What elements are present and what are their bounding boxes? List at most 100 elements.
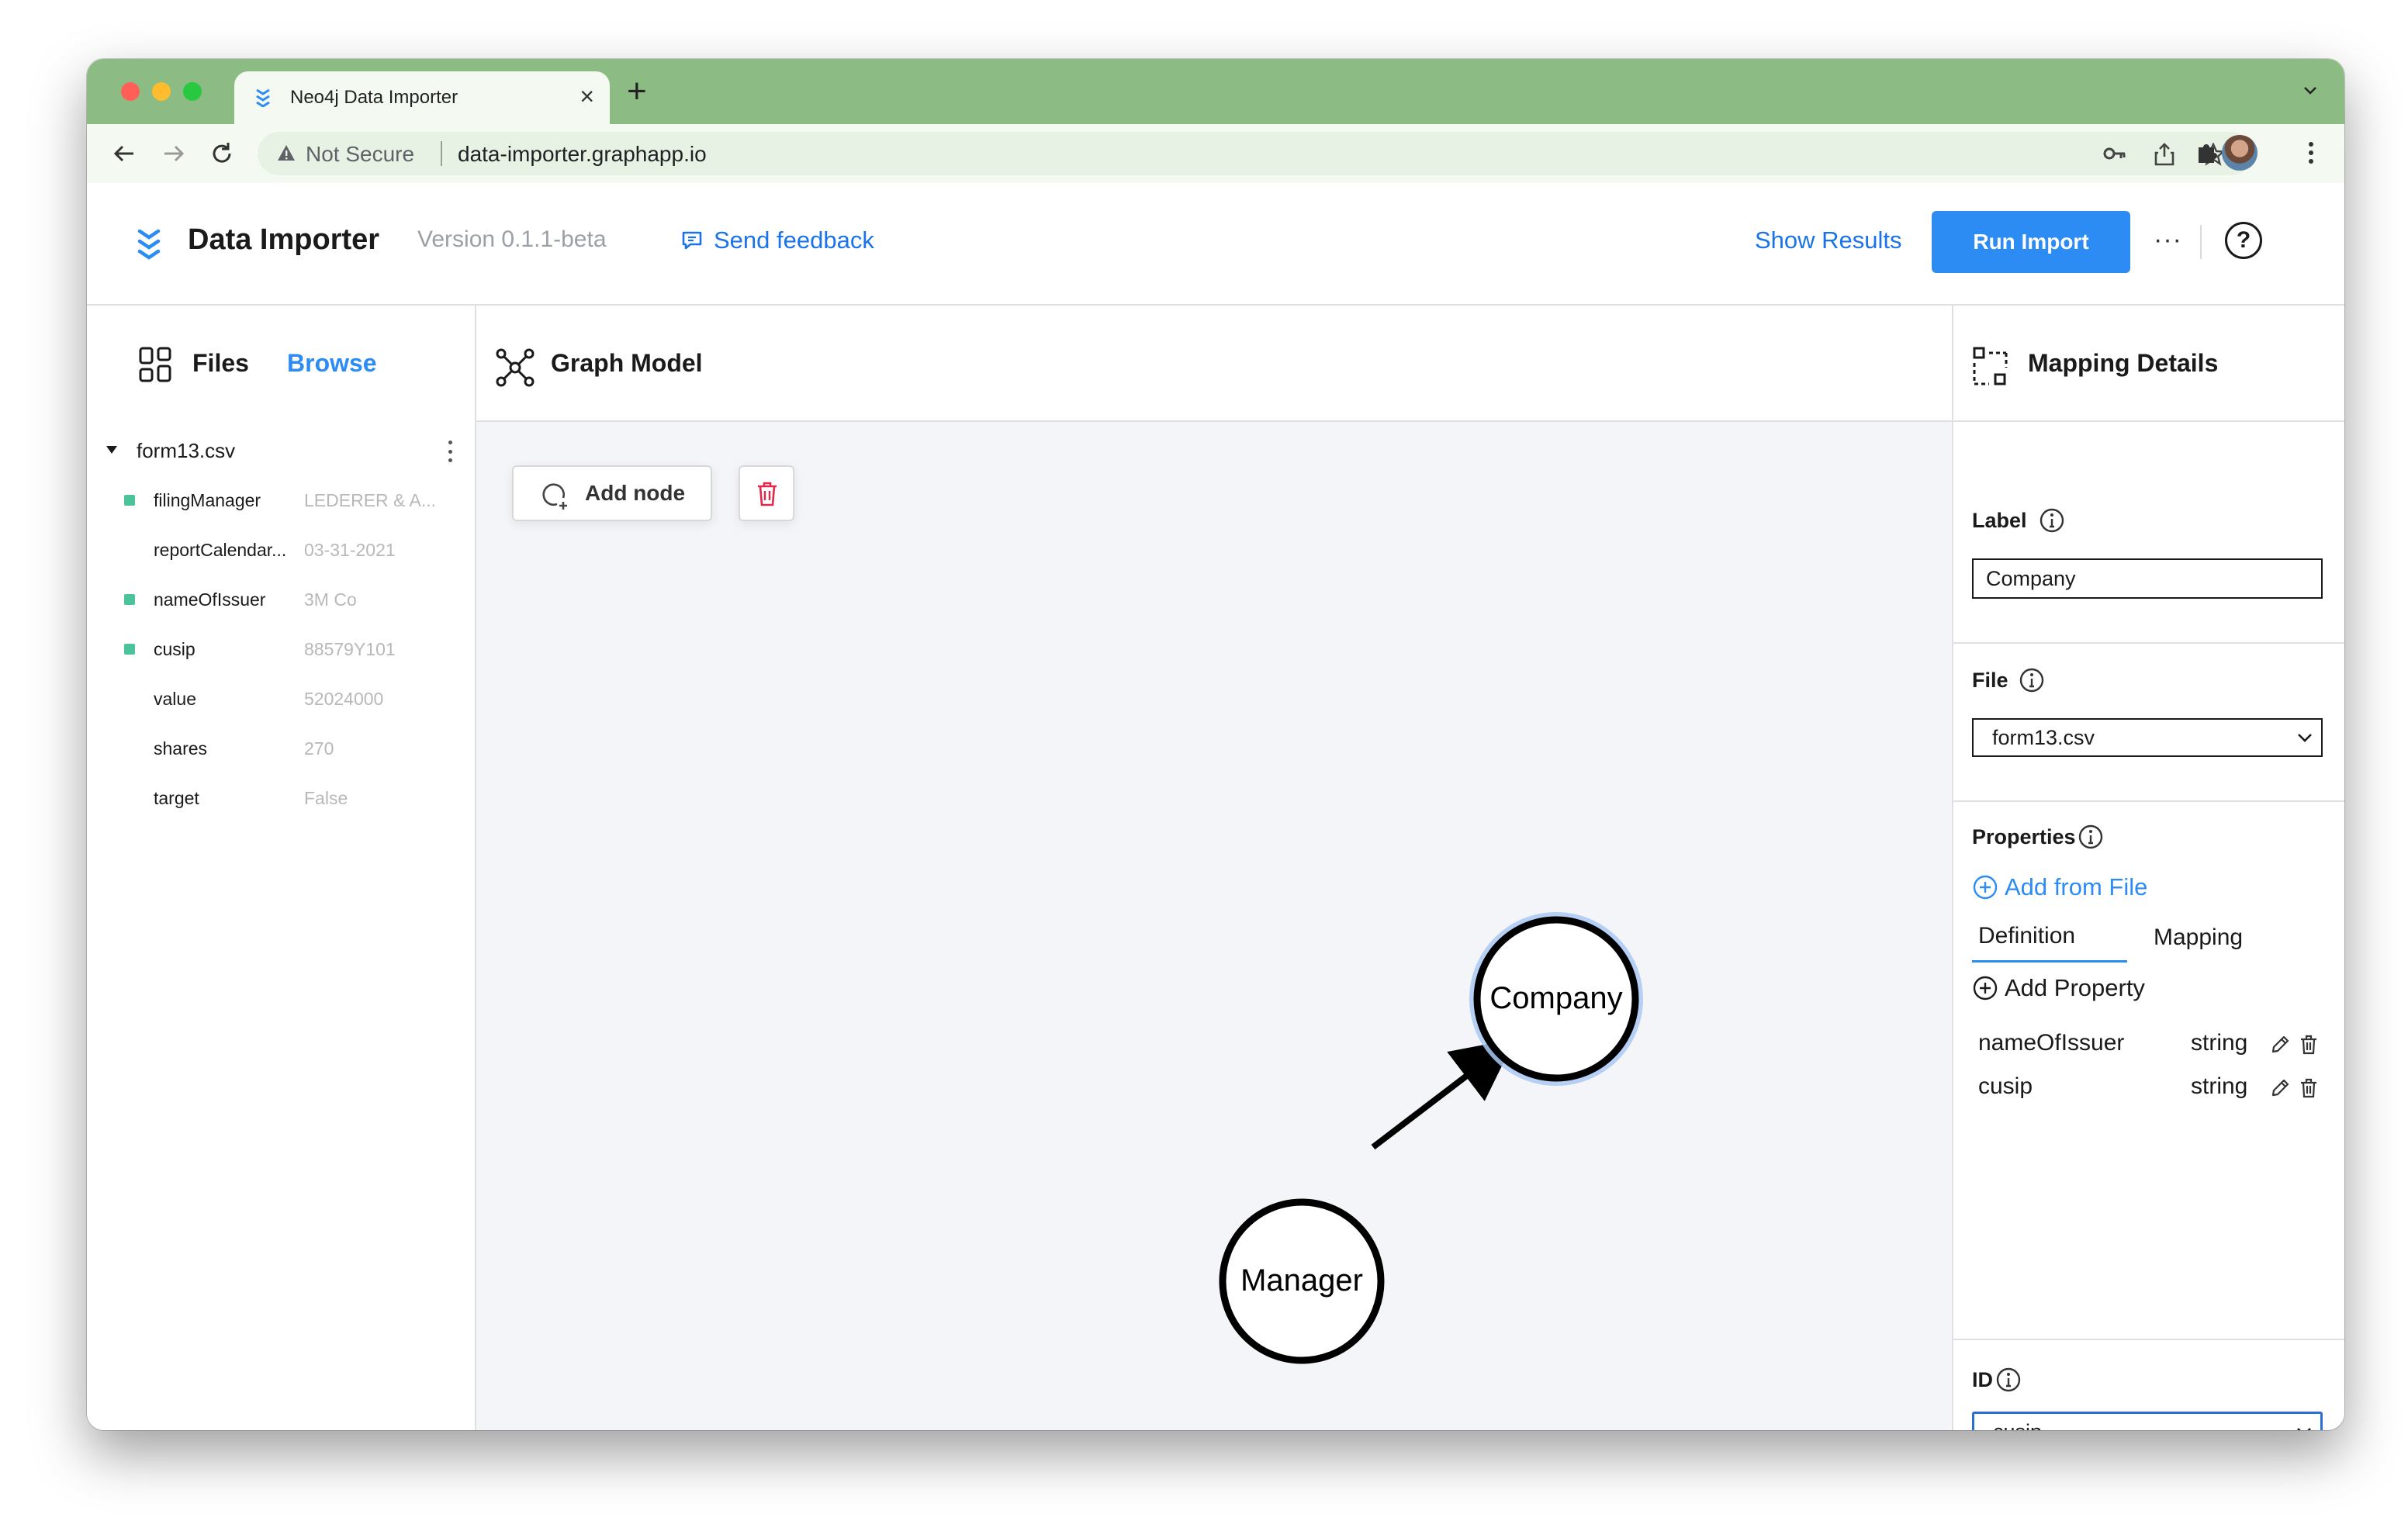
caret-down-icon[interactable]: [104, 442, 119, 458]
close-tab-icon[interactable]: ×: [580, 82, 594, 111]
chevron-down-icon: [2297, 1428, 2311, 1430]
show-results-link[interactable]: Show Results: [1755, 226, 1902, 254]
files-grid-icon: [139, 347, 171, 382]
graph-model-title: Graph Model: [551, 349, 703, 377]
info-icon[interactable]: [2078, 824, 2104, 850]
column-sample-value: False: [304, 788, 348, 808]
file-column-row[interactable]: cusip 88579Y101: [87, 634, 475, 665]
properties-heading: Properties: [1972, 825, 2076, 848]
browser-toolbar: Not Secure data-importer.graphapp.io: [87, 124, 2344, 185]
files-panel-header: Files Browse: [87, 306, 475, 422]
file-tree-item[interactable]: form13.csv: [87, 436, 475, 467]
file-column-row[interactable]: target False: [87, 783, 475, 814]
feedback-chat-icon: [682, 231, 702, 250]
property-name: nameOfIssuer: [1978, 1030, 2125, 1056]
help-icon[interactable]: ?: [2225, 222, 2262, 259]
window-maximize-button[interactable]: [183, 82, 202, 101]
warning-triangle-icon: [278, 145, 295, 161]
data-importer-logo-icon: [137, 229, 161, 260]
forward-arrow-icon[interactable]: [160, 140, 188, 168]
file-column-row[interactable]: shares 270: [87, 734, 475, 765]
browse-link[interactable]: Browse: [287, 349, 377, 378]
column-sample-value: 03-31-2021: [304, 540, 396, 560]
pencil-icon[interactable]: [2270, 1035, 2290, 1055]
mapping-details-icon: [1973, 347, 2008, 385]
property-name: cusip: [1978, 1073, 2033, 1099]
extensions-puzzle-icon[interactable]: [2195, 140, 2219, 164]
browser-tab-strip: Neo4j Data Importer × +: [87, 59, 2344, 124]
node-label: Company: [1489, 981, 1622, 1015]
mapped-indicator-icon: [124, 495, 135, 506]
column-sample-value: 88579Y101: [304, 639, 396, 659]
window-minimize-button[interactable]: [152, 82, 171, 101]
pencil-icon[interactable]: [2270, 1078, 2290, 1098]
window-close-button[interactable]: [121, 82, 140, 101]
property-definition-row: nameOfIssuer string: [1953, 1030, 2344, 1064]
column-name: value: [154, 689, 196, 709]
column-name: target: [154, 788, 199, 808]
tab-definition[interactable]: Definition: [1978, 923, 2075, 949]
column-name: filingManager: [154, 490, 261, 510]
run-import-button[interactable]: Run Import: [1932, 211, 2130, 273]
add-property-button[interactable]: Add Property: [1972, 974, 2145, 1002]
add-from-file-link[interactable]: Add from File: [1972, 873, 2147, 901]
browser-tab[interactable]: Neo4j Data Importer ×: [234, 71, 610, 124]
column-sample-value: 52024000: [304, 689, 384, 709]
new-tab-button[interactable]: +: [627, 74, 647, 109]
section-divider: [1953, 800, 2344, 802]
file-column-row[interactable]: filingManager LEDERER & A...: [87, 486, 475, 517]
send-feedback-link[interactable]: Send feedback: [681, 225, 874, 256]
chevron-down-icon: [2298, 734, 2312, 742]
file-select-value: form13.csv: [1992, 726, 2095, 749]
property-definition-row: cusip string: [1953, 1073, 2344, 1108]
tab-mapping[interactable]: Mapping: [2154, 924, 2243, 951]
url-text[interactable]: data-importer.graphapp.io: [458, 142, 707, 167]
id-select-value: cusip: [1993, 1420, 2042, 1430]
neo4j-favicon-icon: [256, 88, 270, 107]
file-column-row[interactable]: value 52024000: [87, 684, 475, 715]
share-icon[interactable]: [2154, 143, 2175, 166]
info-icon[interactable]: [1995, 1367, 2022, 1393]
property-type: string: [2191, 1030, 2248, 1056]
app-title: Data Importer: [188, 223, 380, 256]
file-column-row[interactable]: reportCalendar... 03-31-2021: [87, 535, 475, 566]
file-options-icon[interactable]: [447, 441, 453, 462]
column-sample-value: 270: [304, 738, 334, 759]
files-panel: Files Browse form13.csv filingManager LE…: [87, 306, 476, 1430]
plus-circle-icon: [1973, 875, 1998, 900]
browser-window: Neo4j Data Importer × + Not Secure data-…: [87, 59, 2344, 1430]
browser-menu-icon[interactable]: [2307, 140, 2315, 166]
back-arrow-icon[interactable]: [110, 140, 138, 168]
profile-avatar[interactable]: [2222, 135, 2258, 171]
chevron-down-icon[interactable]: [2301, 81, 2320, 99]
mapping-details-panel: Mapping Details Label File form13.csv Pr…: [1952, 306, 2344, 1430]
plus-circle-icon: [1973, 976, 1998, 1001]
file-select[interactable]: form13.csv: [1972, 718, 2323, 757]
column-name: shares: [154, 738, 208, 759]
node-label: Manager: [1240, 1263, 1363, 1298]
graph-model-header: Graph Model: [476, 306, 2028, 422]
section-divider: [1953, 642, 2344, 644]
trash-icon[interactable]: [2299, 1078, 2318, 1098]
file-column-row[interactable]: nameOfIssuer 3M Co: [87, 585, 475, 616]
active-tab-indicator: [1972, 960, 2127, 962]
node-company[interactable]: Company: [1469, 912, 1643, 1086]
key-icon[interactable]: [2102, 143, 2127, 164]
address-bar[interactable]: Not Secure data-importer.graphapp.io: [258, 132, 2253, 175]
trash-icon[interactable]: [2299, 1035, 2318, 1055]
graph-canvas[interactable]: Company Manager: [476, 422, 1952, 1430]
id-select[interactable]: cusip: [1972, 1412, 2323, 1430]
info-icon[interactable]: [2039, 507, 2065, 534]
node-manager[interactable]: Manager: [1219, 1198, 1385, 1364]
relationship-edge[interactable]: [1371, 1039, 1516, 1150]
not-secure-label[interactable]: Not Secure: [306, 142, 414, 167]
column-sample-value: 3M Co: [304, 589, 357, 610]
column-name: reportCalendar...: [154, 540, 287, 560]
file-heading: File: [1972, 669, 2008, 692]
app-version: Version 0.1.1-beta: [417, 226, 607, 252]
reload-icon[interactable]: [208, 140, 236, 168]
more-options-icon[interactable]: ···: [2154, 225, 2182, 255]
browser-tab-title: Neo4j Data Importer: [290, 87, 458, 108]
label-input[interactable]: [1972, 558, 2323, 599]
info-icon[interactable]: [2019, 667, 2045, 693]
